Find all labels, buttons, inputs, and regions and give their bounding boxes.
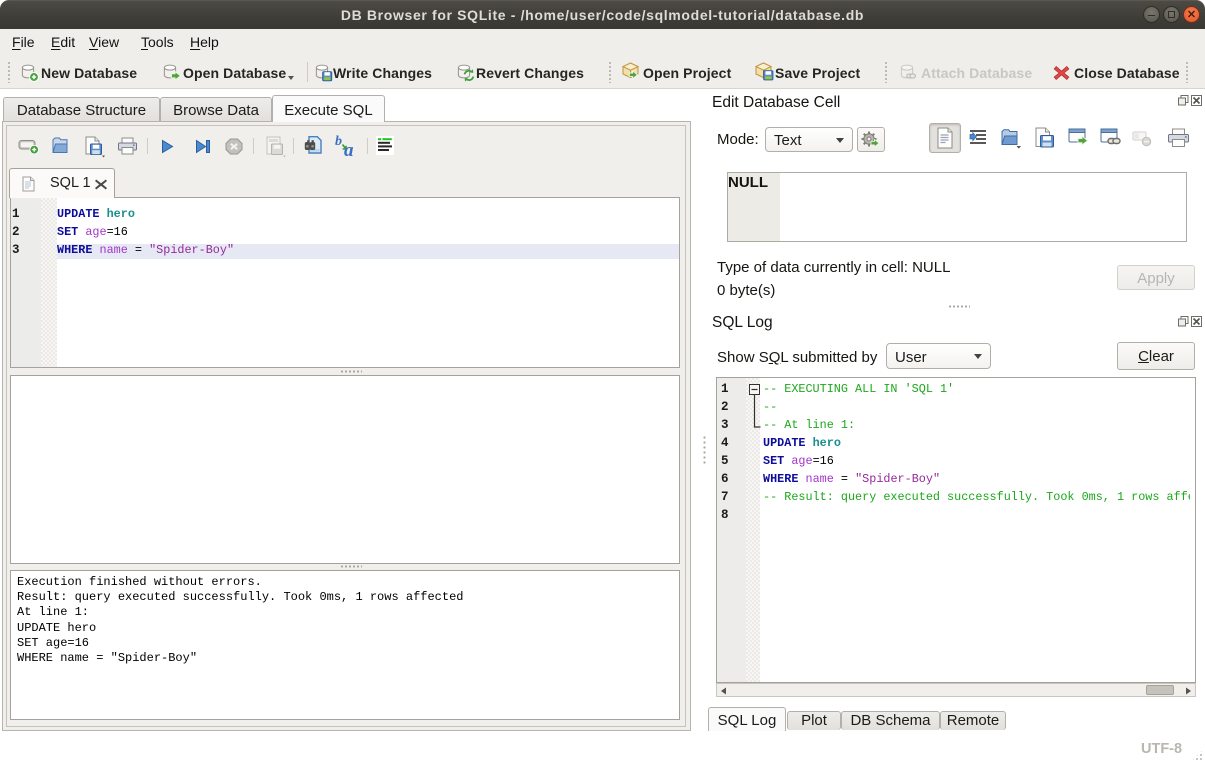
svg-text:b: b xyxy=(335,134,342,149)
svg-text:a: a xyxy=(344,140,354,157)
